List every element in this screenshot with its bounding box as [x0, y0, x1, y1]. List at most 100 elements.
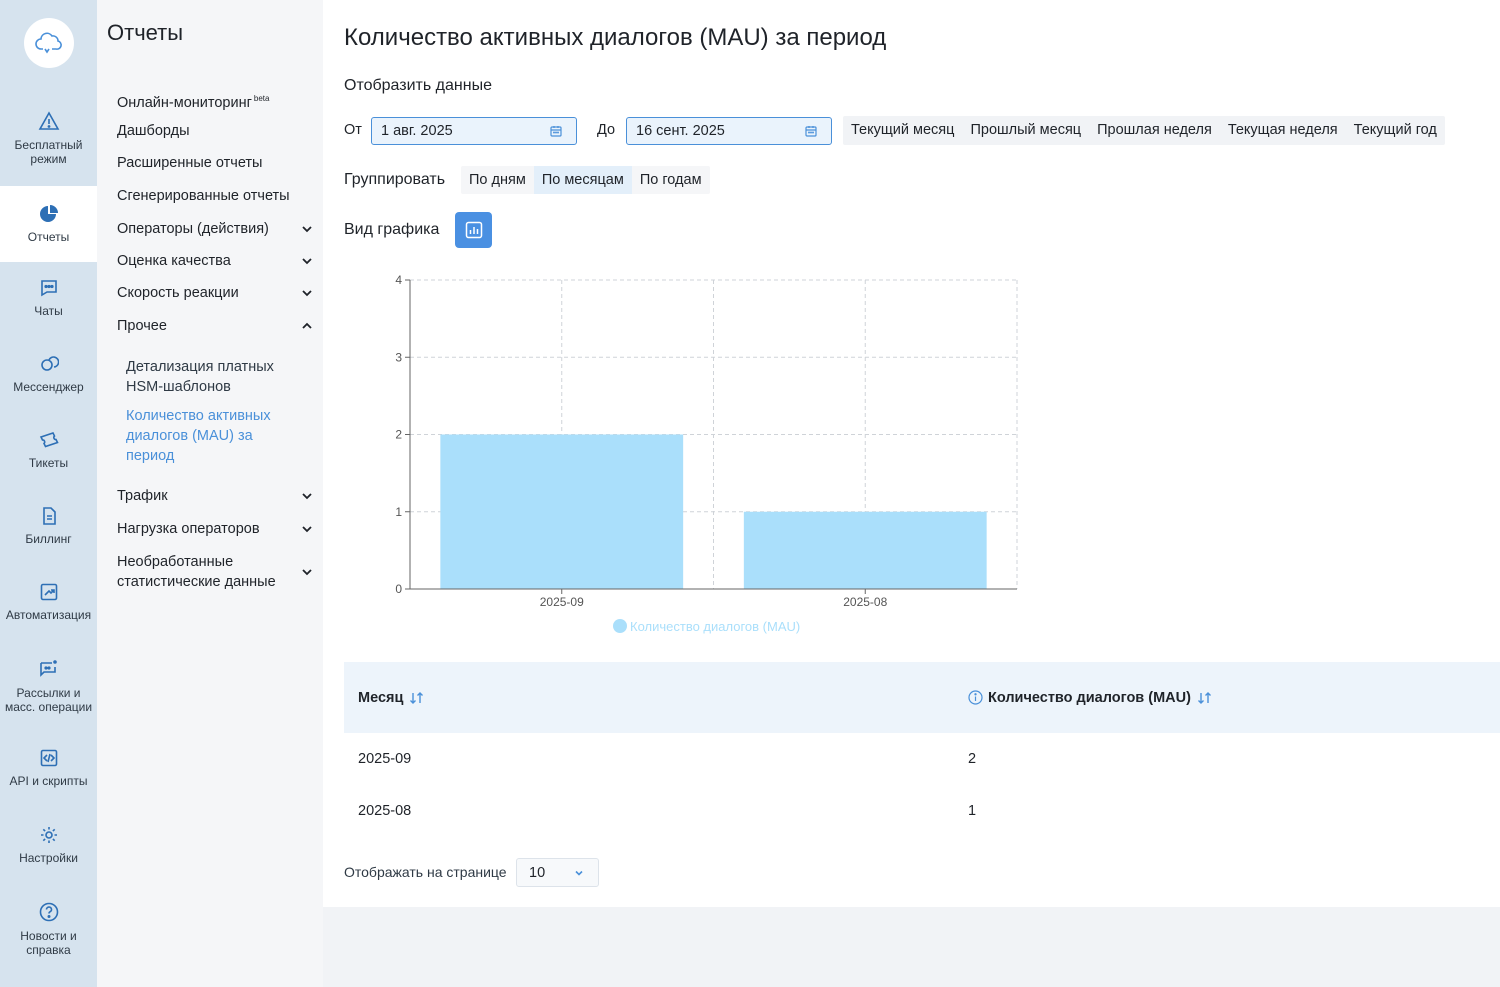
preset-current-year[interactable]: Текущий год: [1346, 116, 1445, 145]
menu-item-extended-reports[interactable]: Расширенные отчеты: [117, 153, 313, 173]
preset-last-month[interactable]: Прошлый месяц: [962, 116, 1089, 145]
chart-type-button[interactable]: [455, 212, 492, 248]
per-page-value: 10: [529, 864, 546, 881]
mau-table: Месяц Количество диалогов (MAU) 2025-09 …: [344, 662, 1500, 837]
to-label: До: [597, 122, 616, 138]
table-row: 2025-08 1: [344, 785, 1500, 837]
rail-item-reports[interactable]: Отчеты: [0, 186, 97, 262]
menu-item-quality[interactable]: Оценка качества: [117, 251, 313, 271]
menu-item-label: Необработанные статистические данные: [117, 554, 276, 590]
date-from-value: 1 авг. 2025: [381, 123, 453, 139]
menu-item-operator-load[interactable]: Нагрузка операторов: [117, 519, 313, 539]
cell-count: 1: [968, 803, 977, 819]
th-month-label: Месяц: [358, 689, 404, 706]
preset-current-week[interactable]: Текущая неделя: [1220, 116, 1346, 145]
group-tabs: По дням По месяцам По годам: [461, 166, 710, 194]
show-data-label: Отобразить данные: [344, 77, 492, 94]
rail-item-tickets[interactable]: Тикеты: [0, 430, 97, 470]
mau-chart: 0 1 2 3 4 2025-09 2025-08 Количество диалогов (…: [363, 262, 1063, 652]
tab-by-months[interactable]: По месяцам: [533, 166, 632, 194]
sub-item-mau[interactable]: Количество активных диалогов (MAU) за пе…: [126, 406, 296, 466]
tab-by-days[interactable]: По дням: [461, 166, 534, 194]
rail-label: Тикеты: [28, 456, 69, 470]
chart-svg: 0 1 2 3 4 2025-09 2025-08 Количество диалогов (…: [395, 273, 1018, 634]
menu-item-label: Оценка качества: [117, 253, 231, 269]
rail-label: API и скрипты: [9, 774, 88, 788]
date-to-input[interactable]: 16 сент. 2025: [626, 117, 832, 145]
rail-label: Биллинг: [25, 532, 72, 546]
menu-item-label: Скорость реакции: [117, 285, 239, 301]
menu-item-traffic[interactable]: Трафик: [117, 486, 313, 506]
left-rail: Бесплатный режим Отчеты Чаты Мессенджер …: [0, 0, 97, 987]
rail-label: Автоматизация: [5, 608, 92, 622]
date-from-input[interactable]: 1 авг. 2025: [371, 117, 577, 145]
preset-current-month[interactable]: Текущий месяц: [843, 116, 962, 145]
x-tick-label: 2025-08: [843, 595, 887, 609]
reports-menu: Отчеты Онлайн-мониторинг beta Дашборды Ра…: [97, 0, 323, 987]
table-row: 2025-09 2: [344, 733, 1500, 785]
legend-swatch: [613, 619, 627, 633]
menu-item-online-monitoring[interactable]: Онлайн-мониторинг beta: [117, 89, 313, 113]
code-icon: [40, 749, 57, 767]
rail-item-billing[interactable]: Биллинг: [0, 506, 97, 546]
pie-chart-icon: [39, 205, 58, 222]
menu-item-label: Сгенерированные отчеты: [117, 188, 290, 204]
menu-item-label: Расширенные отчеты: [117, 155, 263, 171]
main-content: Количество активных диалогов (MAU) за пе…: [323, 0, 1500, 907]
from-label: От: [344, 122, 362, 138]
legend-label: Количество диалогов (MAU): [630, 619, 800, 634]
menu-item-raw-stats[interactable]: Необработанные статистические данные: [117, 552, 313, 592]
warning-icon: [38, 111, 59, 130]
rail-item-help[interactable]: Новости и справка: [0, 901, 97, 957]
menu-item-label: Трафик: [117, 488, 168, 504]
table-header: Месяц Количество диалогов (MAU): [344, 662, 1500, 733]
rail-item-automation[interactable]: Автоматизация: [0, 582, 97, 622]
document-icon: [42, 507, 56, 525]
per-page-select[interactable]: 10: [516, 858, 599, 887]
menu-item-label: Операторы (действия): [117, 221, 269, 237]
rail-label: Отчеты: [27, 230, 70, 244]
y-tick-label: 3: [395, 350, 402, 364]
gear-icon: [40, 827, 57, 843]
menu-item-generated-reports[interactable]: Сгенерированные отчеты: [117, 186, 313, 206]
menu-item-speed[interactable]: Скорость реакции: [117, 283, 313, 303]
rail-item-broadcasts[interactable]: Рассылки и масс. операции: [0, 658, 97, 714]
th-dialog-count-label: Количество диалогов (MAU): [988, 689, 1191, 706]
rail-item-api[interactable]: API и скрипты: [0, 748, 97, 788]
th-month[interactable]: Месяц: [358, 690, 425, 706]
rail-item-chats[interactable]: Чаты: [0, 278, 97, 318]
preset-last-week[interactable]: Прошлая неделя: [1089, 116, 1220, 145]
rail-label: Настройки: [19, 851, 78, 865]
info-icon[interactable]: [968, 690, 983, 705]
sort-icon[interactable]: [1197, 691, 1213, 705]
rail-item-messenger[interactable]: Мессенджер: [0, 354, 97, 394]
help-icon: [39, 902, 58, 922]
chevron-down-icon: [302, 226, 312, 233]
menu-title: Отчеты: [107, 20, 184, 45]
menu-item-other[interactable]: Прочее: [117, 316, 313, 336]
trend-icon: [40, 583, 57, 601]
menu-item-label: Дашборды: [117, 123, 190, 139]
y-tick-label: 0: [395, 582, 402, 596]
date-to-value: 16 сент. 2025: [636, 123, 725, 139]
sort-icon[interactable]: [409, 691, 425, 705]
rail-label: Бесплатный режим: [14, 138, 83, 166]
menu-item-dashboards[interactable]: Дашборды: [117, 121, 313, 141]
bar-chart-icon: [465, 221, 482, 239]
cloud-logo-icon: [35, 32, 62, 54]
beta-badge: beta: [253, 94, 270, 103]
menu-item-operators[interactable]: Операторы (действия): [117, 219, 313, 239]
chevron-down-icon: [302, 526, 312, 533]
y-tick-label: 4: [395, 273, 402, 287]
chevron-down-icon: [575, 870, 583, 876]
sub-item-hsm-details[interactable]: Детализация платных HSM-шаблонов: [126, 357, 296, 397]
per-page-label: Отображать на странице: [344, 864, 507, 880]
tab-by-years[interactable]: По годам: [632, 166, 710, 194]
calendar-icon: [805, 126, 817, 137]
rail-item-settings[interactable]: Настройки: [0, 825, 97, 865]
rail-item-free-mode[interactable]: Бесплатный режим: [0, 110, 97, 186]
logo[interactable]: [24, 18, 74, 68]
th-dialog-count[interactable]: Количество диалогов (MAU): [968, 690, 1213, 706]
ticket-icon: [39, 432, 59, 448]
y-tick-label: 1: [395, 505, 402, 519]
